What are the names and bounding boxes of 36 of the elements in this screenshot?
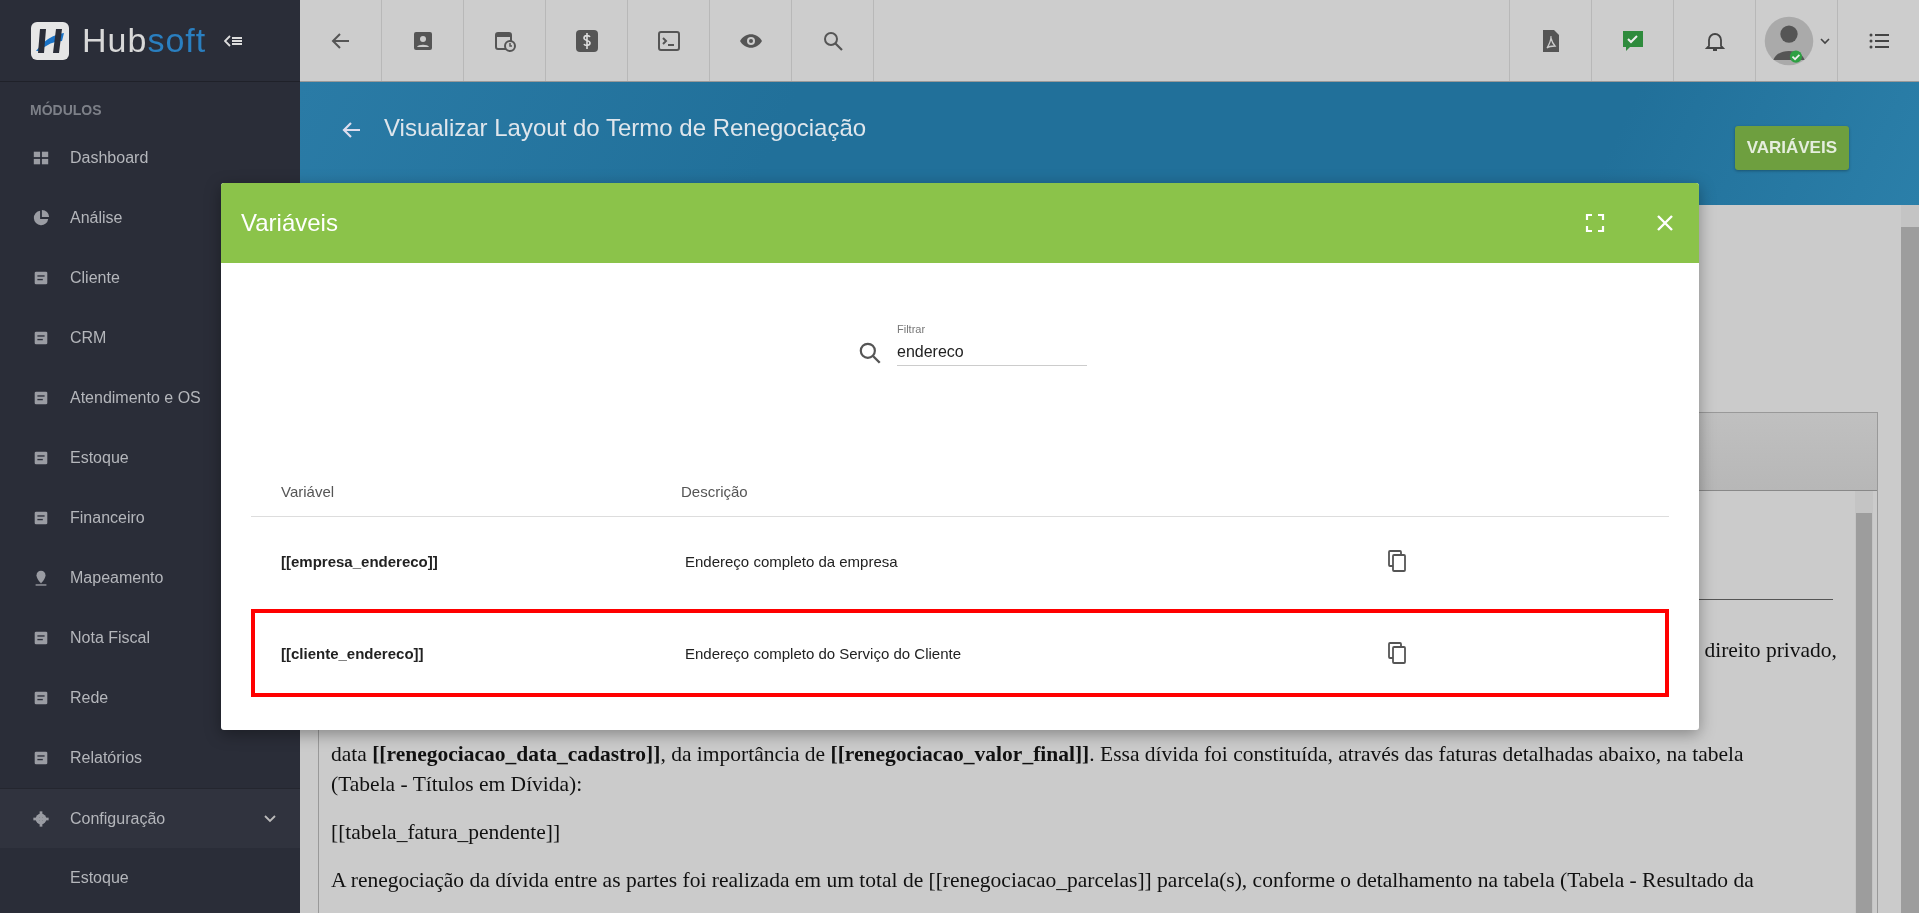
collapse-menu-icon[interactable] bbox=[224, 34, 243, 47]
copy-icon[interactable] bbox=[1385, 548, 1409, 574]
sidebar-item[interactable]: Relatórios bbox=[0, 728, 300, 788]
table-cell-text: [[empresa_endereco]] bbox=[280, 552, 439, 570]
grid-icon bbox=[32, 149, 50, 167]
logo-text: Hubsoft bbox=[82, 21, 207, 60]
sidebar-item[interactable]: Dashboard bbox=[0, 128, 300, 188]
page-title: Visualizar Layout do Termo de Renegociação bbox=[384, 114, 867, 142]
section-label: MÓDULOS bbox=[29, 100, 103, 120]
sidebar-item[interactable]: Atendimento e OS bbox=[0, 368, 300, 428]
scrollbar[interactable] bbox=[1901, 205, 1919, 913]
document-text: data [[renegociacao_data_cadastro]], da importância de [[renegociacao_valor_final]]. Essa dívida foi constituída, através das faturas detalhadas abaixo, na tabela bbox=[331, 741, 1745, 768]
table-cell-text: Endereço completo da empresa bbox=[685, 552, 899, 570]
document-icon bbox=[32, 749, 50, 767]
column-header: Descrição bbox=[681, 482, 749, 500]
document-text: A renegociação da dívida entre as partes foi realizada em um total de [[renegociacao_parcelas]] parcela(s), conforme o detalhamento na tabela (Tabela - Resultado da bbox=[331, 867, 1755, 894]
document-text: direito privado, bbox=[1704, 638, 1837, 662]
dialog-title: Variáveis bbox=[241, 209, 338, 237]
chevron-down-icon bbox=[264, 814, 276, 823]
sidebar-item[interactable]: CRM bbox=[0, 308, 300, 368]
scrollbar[interactable] bbox=[1855, 491, 1873, 913]
sidebar-subitem[interactable]: Estoque bbox=[0, 848, 300, 908]
search-icon bbox=[857, 340, 883, 366]
pdf-icon[interactable] bbox=[1509, 0, 1592, 81]
logo-icon bbox=[30, 20, 70, 61]
pie-chart-icon bbox=[32, 209, 50, 227]
table-cell-text: Endereço completo do Serviço do Cliente bbox=[685, 644, 962, 662]
sidebar-item[interactable]: Configuração bbox=[0, 788, 300, 848]
filter-field[interactable]: endereco bbox=[897, 343, 1087, 366]
sidebar-item[interactable]: Rede bbox=[0, 668, 300, 728]
sidebar-item[interactable]: Cliente bbox=[0, 248, 300, 308]
copy-icon[interactable] bbox=[1385, 640, 1409, 666]
document-text: [[tabela_fatura_pendente]] bbox=[331, 819, 562, 846]
field-label: Filtrar bbox=[897, 323, 927, 335]
document-text: (Tabela - Títulos em Dívida): bbox=[331, 771, 584, 798]
table-cell-text: [[cliente_endereco]] bbox=[280, 644, 425, 662]
